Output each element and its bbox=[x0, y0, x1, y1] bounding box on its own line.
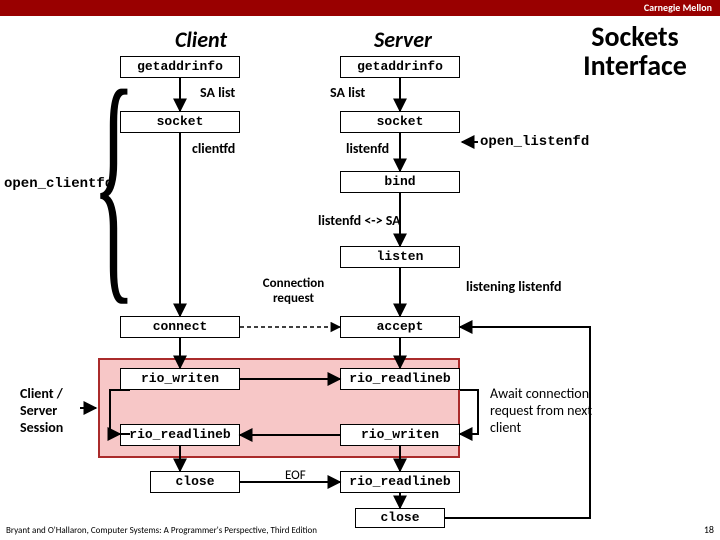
server-rio-readlineb2-box: rio_readlineb bbox=[340, 471, 460, 493]
server-bind-box: bind bbox=[340, 171, 460, 193]
sa-list-client-label: SA list bbox=[200, 84, 235, 101]
client-rio-writen-box: rio_writen bbox=[120, 368, 240, 390]
server-close-box: close bbox=[355, 508, 445, 528]
page-number: 18 bbox=[704, 523, 714, 536]
client-heading: Client bbox=[175, 26, 227, 53]
diagram-stage: Sockets Interface Client Server { open_c… bbox=[0, 16, 720, 540]
footer-text: Bryant and O'Hallaron, Computer Systems:… bbox=[6, 525, 317, 536]
session-label: Client / Server Session bbox=[20, 386, 80, 436]
connection-request-label: Connection request bbox=[251, 276, 336, 306]
listening-listenfd-label: listening listenfd bbox=[466, 278, 561, 295]
server-accept-box: accept bbox=[340, 316, 460, 338]
listenfd-label: listenfd bbox=[346, 140, 389, 157]
brand-label: Carnegie Mellon bbox=[644, 1, 712, 14]
listenfd-sa-label: listenfd <-> SA bbox=[318, 212, 401, 229]
open-listenfd-label: open_listenfd bbox=[480, 134, 589, 150]
client-socket-box: socket bbox=[120, 111, 240, 133]
await-annotation: Await connection request from next clien… bbox=[490, 386, 620, 436]
eof-label: EOF bbox=[285, 468, 306, 483]
clientfd-label: clientfd bbox=[192, 140, 235, 157]
page-title: Sockets Interface bbox=[560, 22, 710, 81]
server-listen-box: listen bbox=[340, 246, 460, 268]
open-clientfd-label: open_clientfd bbox=[4, 176, 113, 192]
server-heading: Server bbox=[374, 26, 432, 53]
server-socket-box: socket bbox=[340, 111, 460, 133]
server-rio-writen-box: rio_writen bbox=[340, 424, 460, 446]
server-getaddrinfo-box: getaddrinfo bbox=[340, 56, 460, 78]
client-close-box: close bbox=[150, 471, 240, 493]
top-bar: Carnegie Mellon bbox=[0, 0, 720, 16]
client-connect-box: connect bbox=[120, 316, 240, 338]
client-rio-readlineb-box: rio_readlineb bbox=[120, 424, 240, 446]
sa-list-server-label: SA list bbox=[330, 84, 365, 101]
server-rio-readlineb-box: rio_readlineb bbox=[340, 368, 460, 390]
client-getaddrinfo-box: getaddrinfo bbox=[120, 56, 240, 78]
